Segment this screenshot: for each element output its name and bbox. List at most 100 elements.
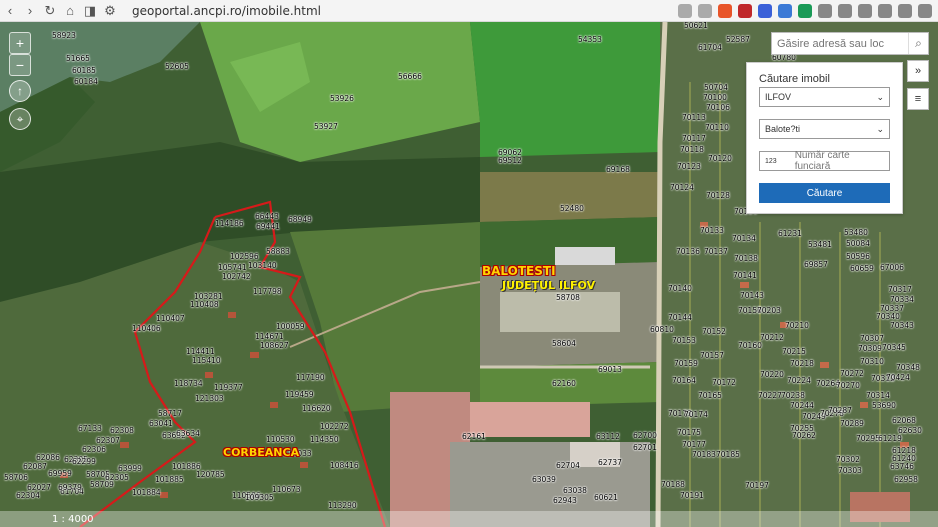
parcel-number-label[interactable]: 70270 <box>836 382 860 390</box>
parcel-number-label[interactable]: 53480 <box>844 229 868 237</box>
parcel-number-label[interactable]: 70295 <box>856 435 880 443</box>
parcel-number-label[interactable]: 70343 <box>890 322 914 330</box>
parcel-number-label[interactable]: 70314 <box>866 392 890 400</box>
parcel-number-label[interactable]: 70164 <box>672 377 696 385</box>
parcel-number-label[interactable]: 58706 <box>4 474 28 482</box>
locate-button[interactable]: ⌖ <box>9 108 31 130</box>
parcel-number-label[interactable]: 58883 <box>266 248 290 256</box>
parcel-number-label[interactable]: 70340 <box>876 313 900 321</box>
parcel-number-label[interactable]: 63041 <box>149 420 173 428</box>
parcel-number-label[interactable]: 70317 <box>888 286 912 294</box>
locality-select[interactable]: Balote?ti ⌄ <box>759 119 890 139</box>
parcel-number-label[interactable]: 70140 <box>668 285 692 293</box>
parcel-number-label[interactable]: 70153 <box>672 337 696 345</box>
parcel-number-label[interactable]: 62700 <box>633 432 657 440</box>
parcel-number-label[interactable]: 70334 <box>890 296 914 304</box>
parcel-number-label[interactable]: 70188 <box>661 481 685 489</box>
parcel-number-label[interactable]: 70203 <box>757 307 781 315</box>
parcel-number-label[interactable]: 110673 <box>272 486 301 494</box>
expand-panel-button[interactable]: » <box>907 60 929 82</box>
parcel-number-label[interactable]: 58717 <box>158 410 182 418</box>
parcel-number-label[interactable]: 69441 <box>256 223 280 231</box>
zoom-in-button[interactable]: + <box>9 32 31 54</box>
parcel-number-label[interactable]: 50596 <box>846 253 870 261</box>
parcel-number-label[interactable]: 58709 <box>90 481 114 489</box>
parcel-number-label[interactable]: 70307 <box>860 335 884 343</box>
parcel-number-label[interactable]: 70100 <box>703 94 727 102</box>
parcel-number-label[interactable]: 120785 <box>196 471 225 479</box>
parcel-number-label[interactable]: 62958 <box>894 476 918 484</box>
parcel-number-label[interactable]: 60184 <box>74 78 98 86</box>
parcel-number-label[interactable]: 70175 <box>677 429 701 437</box>
parcel-number-label[interactable]: 58708 <box>556 294 580 302</box>
parcel-number-label[interactable]: 62306 <box>82 446 106 454</box>
parcel-number-label[interactable]: 114350 <box>310 436 339 444</box>
parcel-number-label[interactable]: 62737 <box>598 459 622 467</box>
parcel-number-label[interactable]: 60185 <box>72 67 96 75</box>
parcel-number-label[interactable]: 70157 <box>700 352 724 360</box>
parcel-number-label[interactable]: 62160 <box>552 380 576 388</box>
parcel-number-label[interactable]: 70143 <box>740 292 764 300</box>
parcel-number-label[interactable]: 63999 <box>118 465 142 473</box>
grammar-icon[interactable] <box>798 3 812 18</box>
vpn-icon[interactable] <box>758 3 772 18</box>
parcel-number-label[interactable]: 70177 <box>682 441 706 449</box>
parcel-number-label[interactable]: 70174 <box>684 411 708 419</box>
menu-icon[interactable] <box>918 3 932 18</box>
search-button[interactable]: Căutare <box>759 183 890 203</box>
parcel-number-label[interactable]: 110408 <box>190 301 219 309</box>
back-icon[interactable]: ‹ <box>0 1 20 21</box>
site-settings-icon[interactable]: ⚙ <box>100 1 120 21</box>
parcel-number-label[interactable]: 70138 <box>734 255 758 263</box>
parcel-number-label[interactable]: 66443 <box>255 213 279 221</box>
parcel-number-label[interactable]: 70197 <box>745 482 769 490</box>
parcel-number-label[interactable]: 56666 <box>398 73 422 81</box>
brave-shield-icon[interactable] <box>718 3 732 18</box>
parcel-number-label[interactable]: 114186 <box>215 220 244 228</box>
rewards-icon[interactable] <box>738 3 752 18</box>
parcel-number-label[interactable]: 52480 <box>560 205 584 213</box>
parcel-number-label[interactable]: 118734 <box>174 380 203 388</box>
parcel-number-label[interactable]: 63634 <box>176 430 200 438</box>
parcel-number-label[interactable]: 53927 <box>314 123 338 131</box>
parcel-number-label[interactable]: 62704 <box>556 462 580 470</box>
parcel-number-label[interactable]: 62068 <box>892 417 916 425</box>
parcel-number-label[interactable]: 70224 <box>787 377 811 385</box>
parcel-number-label[interactable]: 121303 <box>195 395 224 403</box>
orthophoto-map[interactable]: 58923 51665 60185 60184 52605 53926 53927 56666… <box>0 22 938 527</box>
parcel-number-label[interactable]: 103140 <box>248 262 277 270</box>
parcel-number-label[interactable]: 70123 <box>677 163 701 171</box>
parcel-number-label[interactable]: 52605 <box>165 63 189 71</box>
parcel-number-label[interactable]: 110407 <box>156 315 185 323</box>
county-select[interactable]: ILFOV ⌄ <box>759 87 890 107</box>
ai-icon[interactable] <box>878 3 892 18</box>
address-bar[interactable]: geoportal.ancpi.ro/imobile.html <box>132 4 321 18</box>
parcel-number-label[interactable]: 62701 <box>633 444 657 452</box>
parcel-number-label[interactable]: 69512 <box>498 157 522 165</box>
parcel-number-label[interactable]: 70165 <box>698 392 722 400</box>
parcel-number-label[interactable]: 62308 <box>110 427 134 435</box>
parcel-number-label[interactable]: 109305 <box>245 494 274 502</box>
parcel-number-label[interactable]: 119459 <box>285 391 314 399</box>
wallet-icon[interactable] <box>858 3 872 18</box>
sidebar-icon[interactable] <box>838 3 852 18</box>
vpn-shield-icon[interactable] <box>898 3 912 18</box>
parcel-number-label[interactable]: 70137 <box>704 248 728 256</box>
parcel-number-label[interactable]: 52587 <box>726 36 750 44</box>
parcel-number-label[interactable]: 70309 <box>858 345 882 353</box>
parcel-number-label[interactable]: 70144 <box>668 314 692 322</box>
parcel-number-label[interactable]: 70262 <box>792 432 816 440</box>
parcel-number-label[interactable]: 70159 <box>674 360 698 368</box>
parcel-number-label[interactable]: 70289 <box>840 420 864 428</box>
parcel-number-label[interactable]: 70348 <box>896 364 920 372</box>
parcel-number-label[interactable]: 62304 <box>16 492 40 500</box>
parcel-number-label[interactable]: 70134 <box>732 235 756 243</box>
parcel-number-label[interactable]: 101885 <box>155 476 184 484</box>
parcel-number-label[interactable]: 70210 <box>785 322 809 330</box>
parcel-number-label[interactable]: 53690 <box>872 402 896 410</box>
parcel-number-label[interactable]: 70113 <box>682 114 706 122</box>
translate-icon[interactable] <box>778 3 792 18</box>
parcel-number-label[interactable]: 58604 <box>552 340 576 348</box>
parcel-number-label[interactable]: 58923 <box>52 32 76 40</box>
cf-number-field[interactable]: 123 Număr carte funciară <box>759 150 890 172</box>
